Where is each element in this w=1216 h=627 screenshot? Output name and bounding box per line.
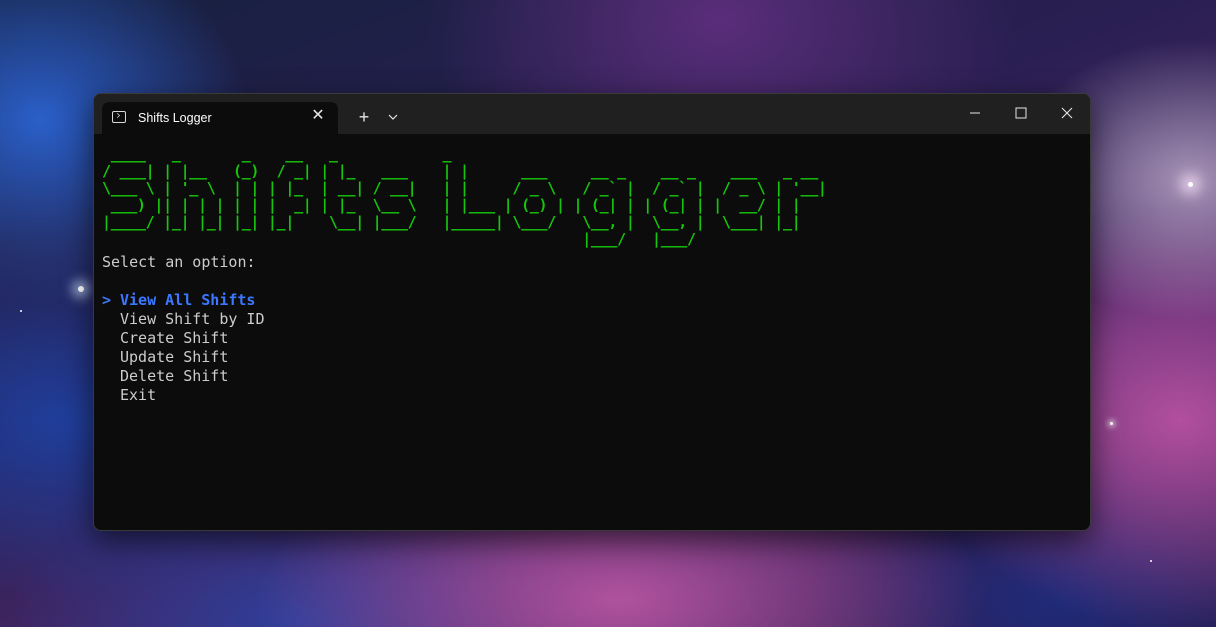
menu-option[interactable]: Exit: [102, 386, 1090, 405]
menu-option-label: Delete Shift: [120, 367, 229, 385]
menu-option-label: Update Shift: [120, 348, 229, 366]
maximize-icon: [1015, 107, 1027, 119]
menu-option-label: Create Shift: [120, 329, 229, 347]
menu-option-label: View All Shifts: [120, 291, 256, 309]
selection-marker: >: [102, 291, 112, 309]
menu-option[interactable]: View Shift by ID: [102, 310, 1090, 329]
star: [1188, 182, 1193, 187]
menu-option[interactable]: Delete Shift: [102, 367, 1090, 386]
tab-dropdown-button[interactable]: [380, 104, 406, 130]
menu-option[interactable]: Update Shift: [102, 348, 1090, 367]
star: [1150, 560, 1152, 562]
console-output[interactable]: ____ _ _ __ _ _ / ___| | |__ (_) / _| | …: [102, 146, 1090, 530]
maximize-button[interactable]: [998, 94, 1044, 134]
menu-option-label: Exit: [120, 386, 157, 404]
option-menu: > View All Shifts View Shift by ID Create S…: [102, 291, 1090, 405]
star: [78, 286, 84, 292]
minimize-button[interactable]: [952, 94, 998, 134]
menu-option[interactable]: Create Shift: [102, 329, 1090, 348]
tab-close-icon[interactable]: ✕: [308, 106, 328, 126]
tab-shifts-logger[interactable]: Shifts Logger ✕: [102, 102, 338, 134]
terminal-window: Shifts Logger ✕ + ____ _ _ __ _ _ / ___|…: [93, 93, 1091, 531]
menu-option[interactable]: > View All Shifts: [102, 291, 1090, 310]
close-icon: [1061, 107, 1073, 119]
title-bar[interactable]: Shifts Logger ✕ +: [94, 94, 1090, 134]
star: [20, 310, 22, 312]
terminal-icon: [112, 111, 126, 123]
new-tab-button[interactable]: +: [350, 104, 378, 130]
menu-option-label: View Shift by ID: [120, 310, 265, 328]
prompt-text: Select an option:: [102, 253, 256, 271]
ascii-banner: ____ _ _ __ _ _ / ___| | |__ (_) / _| | …: [102, 145, 827, 248]
chevron-down-icon: [388, 114, 398, 120]
minimize-icon: [970, 112, 980, 114]
star: [1110, 422, 1113, 425]
tab-title: Shifts Logger: [138, 111, 212, 125]
close-button[interactable]: [1044, 94, 1090, 134]
